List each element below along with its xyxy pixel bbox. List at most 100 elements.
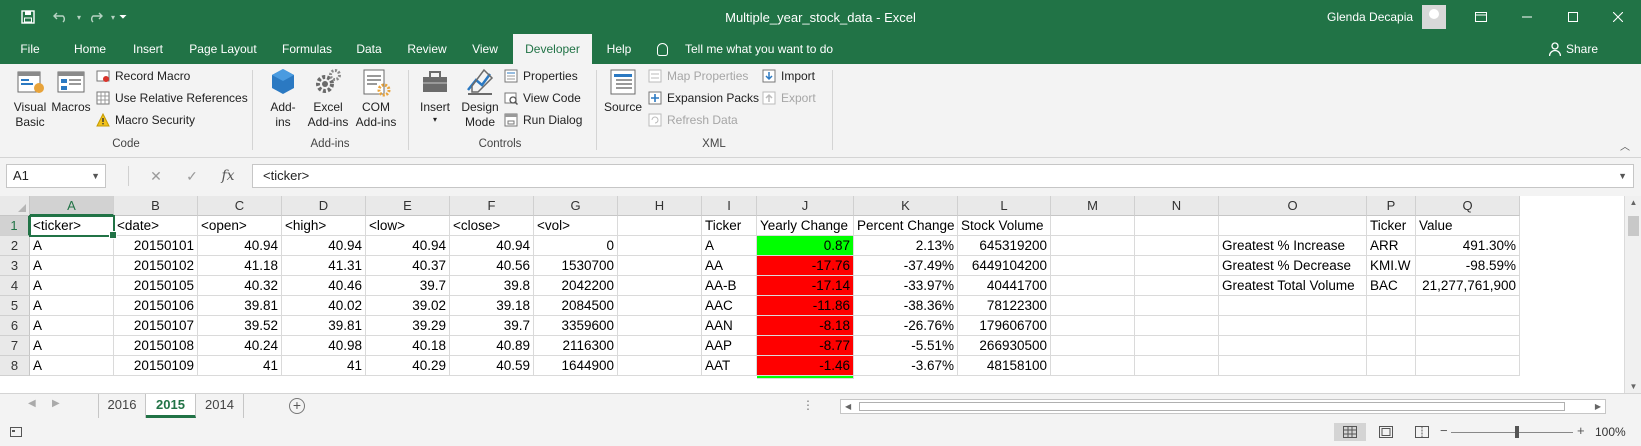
scroll-up-icon[interactable]: ▲: [1625, 198, 1641, 207]
column-header-l[interactable]: L: [958, 196, 1051, 216]
cell-f8[interactable]: 40.59: [450, 356, 534, 376]
row-header[interactable]: 3: [0, 256, 30, 276]
cell-q7[interactable]: [1416, 336, 1520, 356]
cell-l8[interactable]: 48158100: [958, 356, 1051, 376]
cell-j1[interactable]: Yearly Change: [757, 216, 854, 236]
row-header[interactable]: 8: [0, 356, 30, 376]
cell-l3[interactable]: 6449104200: [958, 256, 1051, 276]
scroll-right-icon[interactable]: ▶: [1595, 400, 1601, 413]
cell-l5[interactable]: 78122300: [958, 296, 1051, 316]
cell-m8[interactable]: [1051, 356, 1135, 376]
cell-e7[interactable]: 40.18: [366, 336, 450, 356]
cell-g7[interactable]: 2116300: [534, 336, 618, 356]
cell-c3[interactable]: 41.18: [198, 256, 282, 276]
cell-e3[interactable]: 40.37: [366, 256, 450, 276]
cell-c1[interactable]: <open>: [198, 216, 282, 236]
cell-f7[interactable]: 40.89: [450, 336, 534, 356]
cell-h8[interactable]: [618, 356, 702, 376]
cell-p4[interactable]: BAC: [1367, 276, 1416, 296]
tell-me-search[interactable]: Tell me what you want to do: [685, 34, 833, 64]
cell-o3[interactable]: Greatest % Decrease: [1219, 256, 1367, 276]
cell-p8[interactable]: [1367, 356, 1416, 376]
add-sheet-button[interactable]: +: [289, 398, 305, 414]
cell-g2[interactable]: 0: [534, 236, 618, 256]
cell-b3[interactable]: 20150102: [114, 256, 198, 276]
cell-o5[interactable]: [1219, 296, 1367, 316]
cell-n4[interactable]: [1135, 276, 1219, 296]
close-icon[interactable]: [1595, 0, 1641, 34]
sheet-tab-2015[interactable]: 2015: [146, 394, 196, 418]
cell-j8[interactable]: -1.46: [757, 356, 854, 376]
column-header-b[interactable]: B: [114, 196, 198, 216]
insert-function-button[interactable]: fx: [214, 164, 242, 188]
column-header-i[interactable]: I: [702, 196, 757, 216]
cell-e4[interactable]: 39.7: [366, 276, 450, 296]
maximize-icon[interactable]: [1550, 0, 1596, 34]
avatar[interactable]: [1422, 5, 1446, 29]
column-header-e[interactable]: E: [366, 196, 450, 216]
cell-l7[interactable]: 266930500: [958, 336, 1051, 356]
cell-b1[interactable]: <date>: [114, 216, 198, 236]
cell-a1[interactable]: <ticker>: [30, 216, 114, 236]
cell-c8[interactable]: 41: [198, 356, 282, 376]
column-header-q[interactable]: Q: [1416, 196, 1520, 216]
cell-i1[interactable]: Ticker: [702, 216, 757, 236]
cell-n8[interactable]: [1135, 356, 1219, 376]
cell-b2[interactable]: 20150101: [114, 236, 198, 256]
column-header-m[interactable]: M: [1051, 196, 1135, 216]
next-sheet-icon[interactable]: ▶: [52, 398, 60, 409]
column-header-a[interactable]: A: [30, 196, 114, 216]
tab-developer[interactable]: Developer: [513, 34, 592, 64]
normal-view-button[interactable]: [1334, 423, 1366, 441]
cell-d8[interactable]: 41: [282, 356, 366, 376]
cell-k5[interactable]: -38.36%: [854, 296, 958, 316]
collapse-ribbon-icon[interactable]: ︿: [1620, 138, 1630, 153]
cell-g8[interactable]: 1644900: [534, 356, 618, 376]
formula-input[interactable]: <ticker> ▼: [252, 164, 1634, 188]
cell-i8[interactable]: AAT: [702, 356, 757, 376]
cell-q1[interactable]: Value: [1416, 216, 1520, 236]
tab-insert[interactable]: Insert: [125, 34, 171, 64]
add-ins-button[interactable]: Add- ins: [262, 66, 304, 130]
cell-k1[interactable]: Percent Change: [854, 216, 958, 236]
excel-add-ins-button[interactable]: Excel Add-ins: [306, 66, 350, 130]
user-name[interactable]: Glenda Decapia: [1327, 10, 1413, 24]
cell-h7[interactable]: [618, 336, 702, 356]
cell-f5[interactable]: 39.18: [450, 296, 534, 316]
column-header-k[interactable]: K: [854, 196, 958, 216]
zoom-level[interactable]: 100%: [1595, 425, 1626, 439]
zoom-slider[interactable]: [1451, 432, 1573, 433]
cell-h6[interactable]: [618, 316, 702, 336]
cell-m4[interactable]: [1051, 276, 1135, 296]
zoom-in-button[interactable]: +: [1577, 423, 1585, 438]
cell-n3[interactable]: [1135, 256, 1219, 276]
cancel-entry-button[interactable]: ✕: [142, 164, 170, 188]
cell-n6[interactable]: [1135, 316, 1219, 336]
cell-j4[interactable]: -17.14: [757, 276, 854, 296]
tab-help[interactable]: Help: [600, 34, 638, 64]
tab-view[interactable]: View: [465, 34, 505, 64]
cell-o6[interactable]: [1219, 316, 1367, 336]
scroll-left-icon[interactable]: ◀: [845, 400, 851, 413]
cell-c2[interactable]: 40.94: [198, 236, 282, 256]
cell-i7[interactable]: AAP: [702, 336, 757, 356]
cell-h5[interactable]: [618, 296, 702, 316]
cell-b8[interactable]: 20150109: [114, 356, 198, 376]
sheet-tab-2014[interactable]: 2014: [196, 394, 244, 418]
vertical-scrollbar[interactable]: ▲ ▼: [1624, 196, 1641, 393]
cell-d5[interactable]: 40.02: [282, 296, 366, 316]
cell-i6[interactable]: AAN: [702, 316, 757, 336]
cell-n1[interactable]: [1135, 216, 1219, 236]
cell-o2[interactable]: Greatest % Increase: [1219, 236, 1367, 256]
row-header[interactable]: 1: [0, 216, 30, 236]
cell-c6[interactable]: 39.52: [198, 316, 282, 336]
cell-d6[interactable]: 39.81: [282, 316, 366, 336]
cell-i5[interactable]: AAC: [702, 296, 757, 316]
chevron-down-icon[interactable]: ▼: [91, 165, 100, 187]
row-header[interactable]: 5: [0, 296, 30, 316]
column-header-c[interactable]: C: [198, 196, 282, 216]
zoom-out-button[interactable]: −: [1440, 423, 1448, 438]
cell-a2[interactable]: A: [30, 236, 114, 256]
scroll-thumb[interactable]: [1628, 216, 1639, 236]
cell-a4[interactable]: A: [30, 276, 114, 296]
